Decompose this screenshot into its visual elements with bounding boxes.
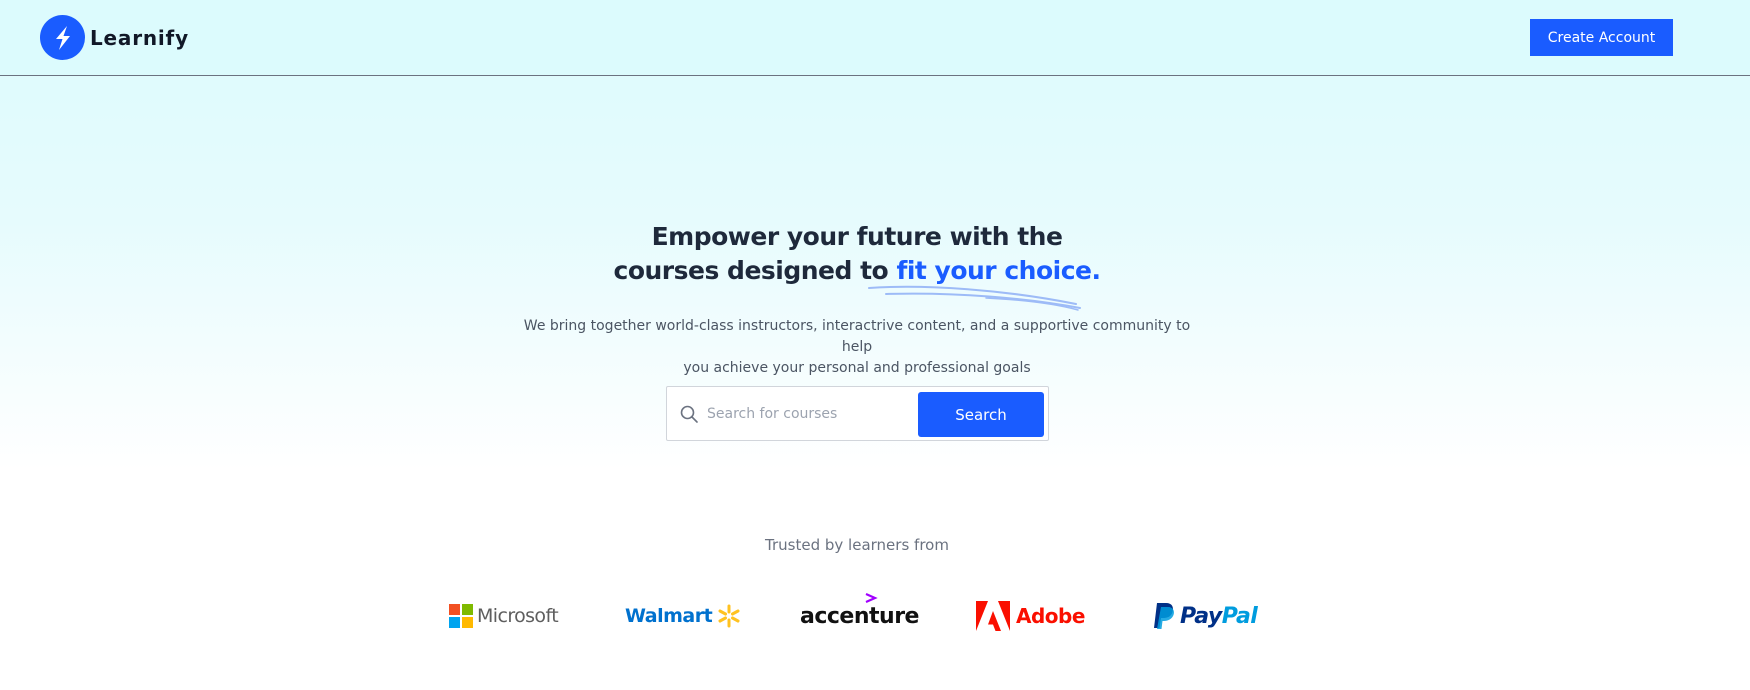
hero-subtitle-line2: you achieve your personal and profession…	[683, 360, 1031, 376]
adobe-a-icon	[976, 601, 1010, 631]
lightning-bolt-icon	[40, 15, 85, 60]
search-input[interactable]	[707, 399, 907, 429]
accenture-wordmark: accenture	[800, 603, 919, 629]
microsoft-wordmark: Microsoft	[477, 605, 559, 627]
microsoft-logo: Microsoft	[449, 596, 559, 636]
site-header: Learnify Create Account	[0, 0, 1750, 76]
partner-logos: Microsoft Walmart accenture Adobe PayPal	[0, 592, 1750, 636]
create-account-button[interactable]: Create Account	[1530, 19, 1673, 56]
hero-title-line2: courses designed to	[613, 256, 897, 285]
adobe-logo: Adobe	[976, 596, 1085, 636]
walmart-logo: Walmart	[625, 596, 742, 636]
hero-subtitle: We bring together world-class instructor…	[520, 316, 1194, 379]
accenture-logo: accenture	[800, 592, 919, 636]
microsoft-squares-icon	[449, 604, 473, 628]
search-icon	[679, 404, 699, 428]
search-button[interactable]: Search	[918, 392, 1044, 437]
course-search-box: Search	[666, 386, 1049, 441]
trusted-by-label: Trusted by learners from	[765, 536, 949, 554]
brand[interactable]: Learnify	[40, 15, 189, 60]
paypal-wordmark: PayPal	[1180, 603, 1258, 629]
walmart-spark-icon	[718, 604, 740, 628]
accenture-chevron-icon	[865, 592, 878, 604]
adobe-wordmark: Adobe	[1016, 604, 1085, 628]
hero-title-line1: Empower your future with the	[651, 222, 1063, 251]
brand-name: Learnify	[90, 25, 189, 50]
paypal-wordmark-pay: Pay	[1180, 603, 1222, 629]
paypal-p-icon	[1154, 603, 1174, 629]
hero-title: Empower your future with the courses des…	[0, 220, 1714, 288]
hero-subtitle-line1: We bring together world-class instructor…	[523, 318, 1191, 355]
paypal-wordmark-pal: Pal	[1221, 603, 1258, 629]
paypal-logo: PayPal	[1152, 596, 1258, 636]
hand-drawn-underline	[868, 285, 1081, 311]
walmart-wordmark: Walmart	[625, 605, 713, 627]
